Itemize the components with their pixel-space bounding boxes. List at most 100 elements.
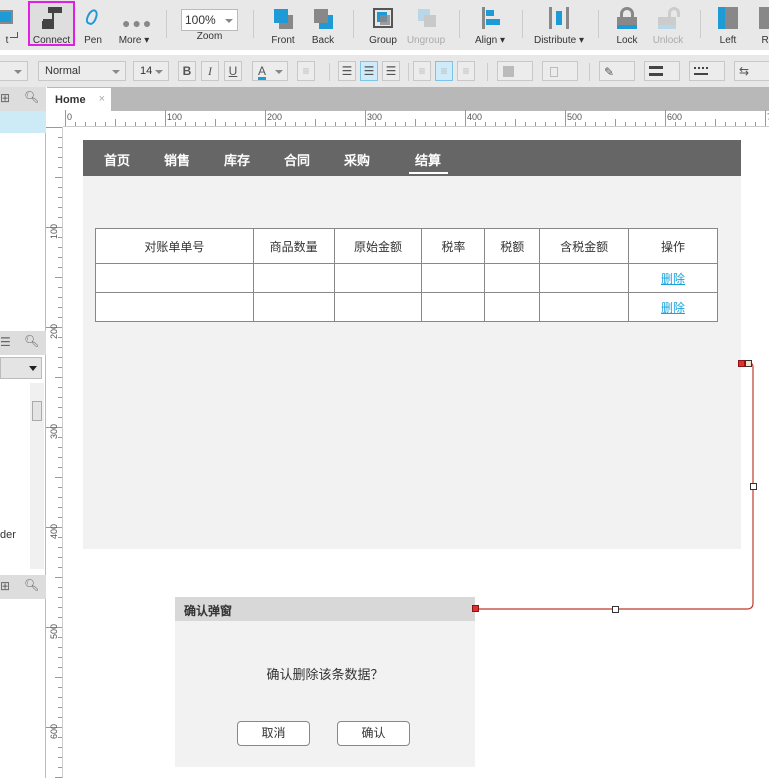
library-select[interactable] — [0, 357, 42, 379]
toolbar-select-button[interactable]: t — [0, 0, 20, 48]
ruler-tick — [205, 122, 206, 126]
ruler-tick — [58, 757, 62, 758]
menu-icon[interactable]: ☰ — [0, 335, 11, 349]
toolbar-ungroup-button[interactable]: Ungroup — [407, 0, 445, 48]
style-select[interactable]: Normal — [38, 61, 126, 81]
toolbar-right-pane-button[interactable]: Rig — [754, 0, 769, 48]
ruler-tick — [58, 557, 62, 558]
search-icon[interactable]: 🔍︎ — [24, 578, 39, 592]
toolbar-back-button[interactable]: Back — [308, 0, 338, 48]
underline-button[interactable]: U — [224, 61, 242, 81]
arrow-style-button[interactable]: ⇆ — [734, 61, 769, 81]
ruler-label: 400 — [49, 523, 59, 539]
connector-end-handle[interactable] — [472, 605, 479, 612]
align-left-button[interactable]: ☰ — [338, 61, 356, 81]
line-color-button[interactable]: ✎ — [599, 61, 635, 81]
valign-bottom-button[interactable]: ≡ — [457, 61, 475, 81]
format-separator — [329, 63, 330, 81]
ruler-tick — [58, 767, 62, 768]
selected-page-item[interactable] — [0, 111, 46, 133]
ruler-tick — [685, 122, 686, 126]
ruler-label: 200 — [49, 323, 59, 339]
toolbar-front-button[interactable]: Front — [268, 0, 298, 48]
ruler-tick — [315, 119, 316, 126]
toolbar-connect-button[interactable]: Connect — [30, 0, 73, 48]
connector-start-handle[interactable] — [738, 360, 745, 367]
confirm-button[interactable]: 确认 — [337, 721, 410, 746]
ruler-tick — [58, 617, 62, 618]
add-folder-icon[interactable]: ⊞ — [0, 579, 10, 593]
main-toolbar: t Connect Pen ●●● More ▾ 100% Zoom Front… — [0, 0, 769, 50]
cancel-button[interactable]: 取消 — [237, 721, 310, 746]
connector-mid-handle[interactable] — [612, 606, 619, 613]
ruler-tick — [435, 122, 436, 126]
chevron-down-icon — [112, 70, 120, 74]
fill-swatch-icon — [503, 66, 514, 77]
bullet-list-button[interactable]: ≡ — [297, 61, 315, 81]
line-weight-icon — [649, 66, 663, 76]
ruler-tick — [555, 122, 556, 126]
connector-line[interactable] — [477, 362, 754, 610]
toolbar-unlock-button[interactable]: Unlock — [650, 0, 686, 48]
ruler-tick — [58, 287, 62, 288]
ruler-tick — [145, 122, 146, 126]
tab-home[interactable]: Home × — [47, 88, 111, 111]
valign-middle-button[interactable]: ≡ — [435, 61, 453, 81]
toolbar-align-button[interactable]: Align ▾ — [472, 0, 508, 48]
toolbar-more-button[interactable]: ●●● More ▾ — [115, 0, 153, 48]
toolbar-separator — [353, 10, 354, 38]
ruler-tick — [58, 357, 62, 358]
ruler-tick — [58, 207, 62, 208]
widgets-scrollbar[interactable] — [30, 383, 44, 569]
font-color-button[interactable]: A — [252, 61, 288, 81]
search-icon[interactable]: 🔍︎ — [24, 90, 39, 104]
fill-color-button[interactable] — [497, 61, 533, 81]
search-icon[interactable]: 🔍︎ — [24, 334, 39, 348]
toolbar-group-button[interactable]: Group — [368, 0, 398, 48]
ruler-tick — [475, 122, 476, 126]
ruler-label: 400 — [467, 112, 483, 122]
italic-button[interactable]: I — [201, 61, 219, 81]
font-family-select[interactable] — [0, 61, 28, 81]
ruler-label: 200 — [267, 112, 283, 122]
ruler-tick — [485, 122, 486, 126]
design-canvas[interactable]: 首页 销售 库存 合同 采购 结算 对账单单号 商品数量 原始金额 税率 税额 … — [64, 128, 769, 778]
add-folder-icon[interactable]: ⊞ — [0, 91, 10, 105]
ruler-tick — [58, 257, 62, 258]
ruler-tick — [385, 122, 386, 126]
align-center-button[interactable]: ☰ — [360, 61, 378, 81]
toolbar-left-pane-button[interactable]: Left — [713, 0, 743, 48]
line-weight-button[interactable] — [644, 61, 680, 81]
zoom-select[interactable]: 100% — [181, 9, 238, 31]
toolbar-lock-button[interactable]: Lock — [612, 0, 642, 48]
toolbar-pen-button[interactable]: Pen — [80, 0, 106, 48]
ruler-tick — [58, 197, 62, 198]
shadow-button[interactable] — [542, 61, 578, 81]
close-icon[interactable]: × — [99, 93, 105, 105]
ruler-tick — [425, 122, 426, 126]
connector-corner-handle[interactable] — [745, 360, 752, 367]
ruler-tick — [745, 122, 746, 126]
ruler-tick — [58, 307, 62, 308]
widget-item-label: der — [0, 529, 16, 541]
ruler-tick — [125, 122, 126, 126]
line-style-button[interactable] — [689, 61, 725, 81]
ruler-tick — [58, 167, 62, 168]
valign-top-button[interactable]: ≡ — [413, 61, 431, 81]
ruler-tick — [58, 657, 62, 658]
font-size-select[interactable]: 14 — [133, 61, 169, 81]
align-right-button[interactable]: ☰ — [382, 61, 400, 81]
lock-icon — [615, 7, 639, 31]
group-icon — [371, 7, 395, 31]
ruler-tick — [505, 122, 506, 126]
widgets-panel-header: ☰ 🔍︎ — [0, 331, 46, 355]
scrollbar-thumb[interactable] — [32, 401, 42, 421]
format-separator — [487, 63, 488, 81]
ruler-tick — [635, 122, 636, 126]
tab-bar: Home × — [47, 87, 769, 111]
ruler-tick — [95, 122, 96, 126]
bold-button[interactable]: B — [178, 61, 196, 81]
connector-mid-handle[interactable] — [750, 483, 757, 490]
ruler-tick — [58, 467, 62, 468]
toolbar-distribute-button[interactable]: Distribute ▾ — [533, 0, 585, 48]
